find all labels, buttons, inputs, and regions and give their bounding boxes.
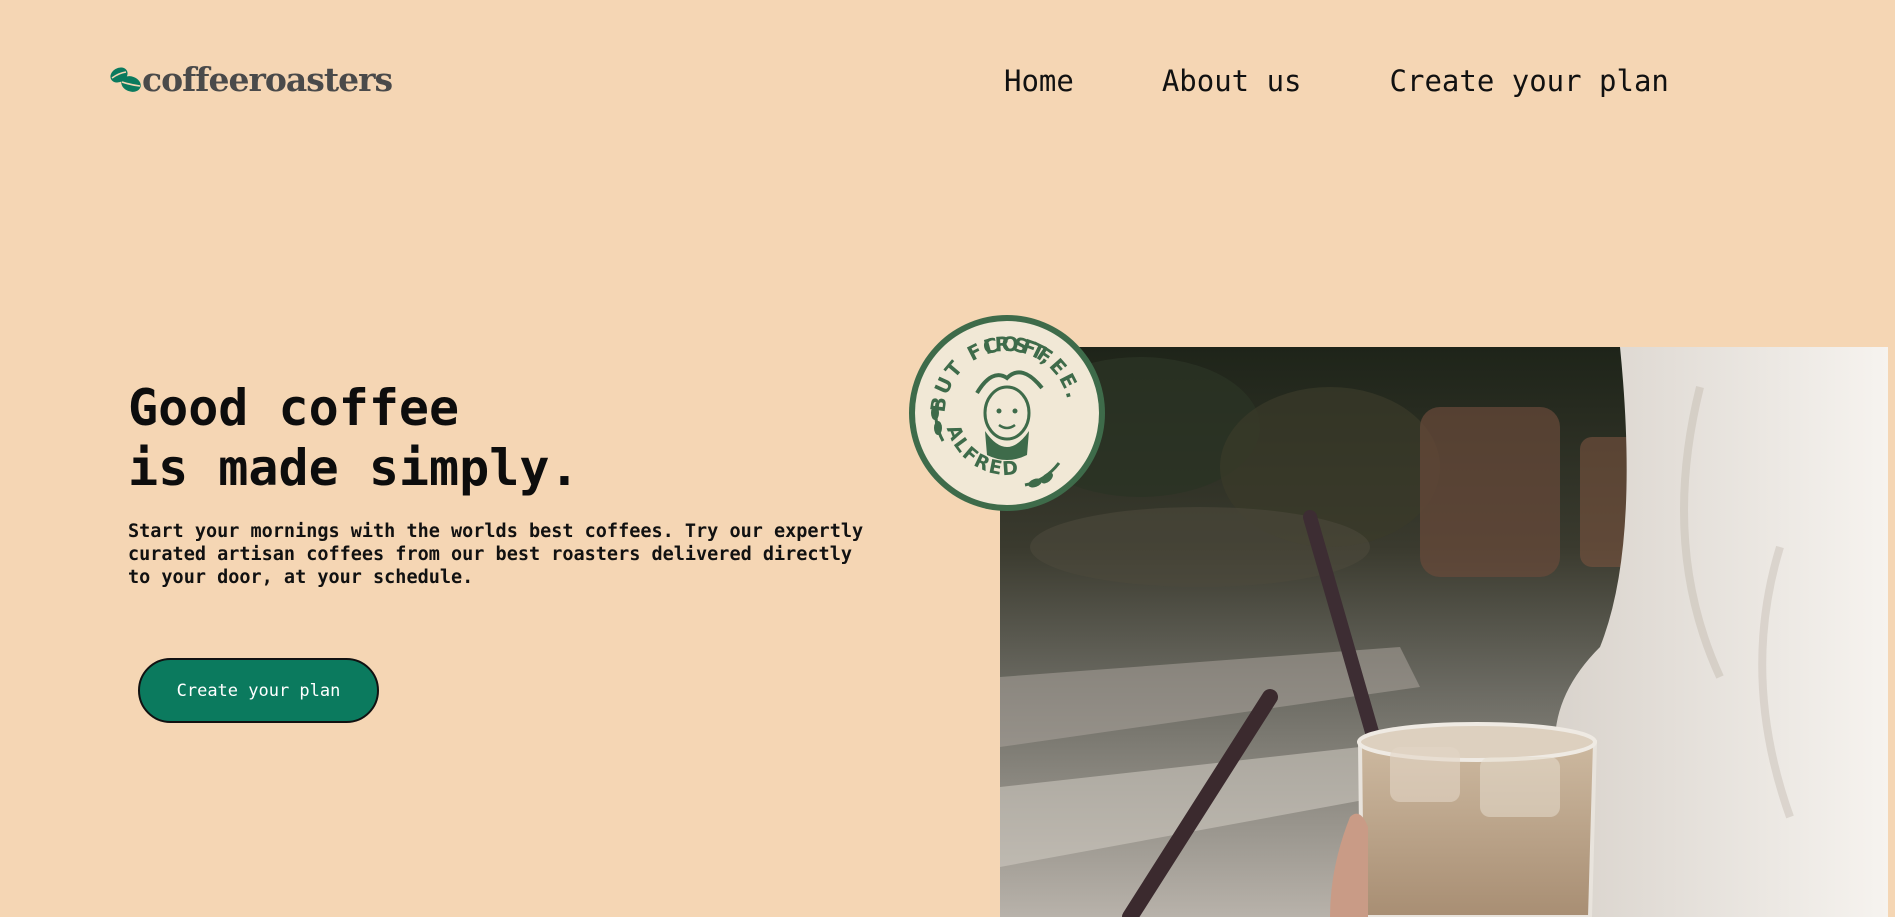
brand-logo[interactable]: coffeeroasters [108,60,393,99]
hero-title-line-1: Good coffee [128,379,460,437]
nav-link-about-us[interactable]: About us [1162,64,1302,98]
hero-photo [1000,347,1888,917]
but-first-coffee-badge: BUT FIRST, COFFEE. ALFRED [907,303,1107,513]
hero-title-line-2: is made simply. [128,439,580,497]
hero-title: Good coffee is made simply. [128,378,580,498]
hero-description: Start your mornings with the worlds best… [128,521,864,588]
brand-name: coffeeroasters [142,60,393,99]
nav-link-home[interactable]: Home [1004,64,1074,98]
create-plan-button[interactable]: Create your plan [138,658,379,723]
main-nav: Home About us Create your plan [1004,64,1669,98]
coffee-bean-icon [110,66,141,92]
nav-link-create-plan[interactable]: Create your plan [1390,64,1669,98]
